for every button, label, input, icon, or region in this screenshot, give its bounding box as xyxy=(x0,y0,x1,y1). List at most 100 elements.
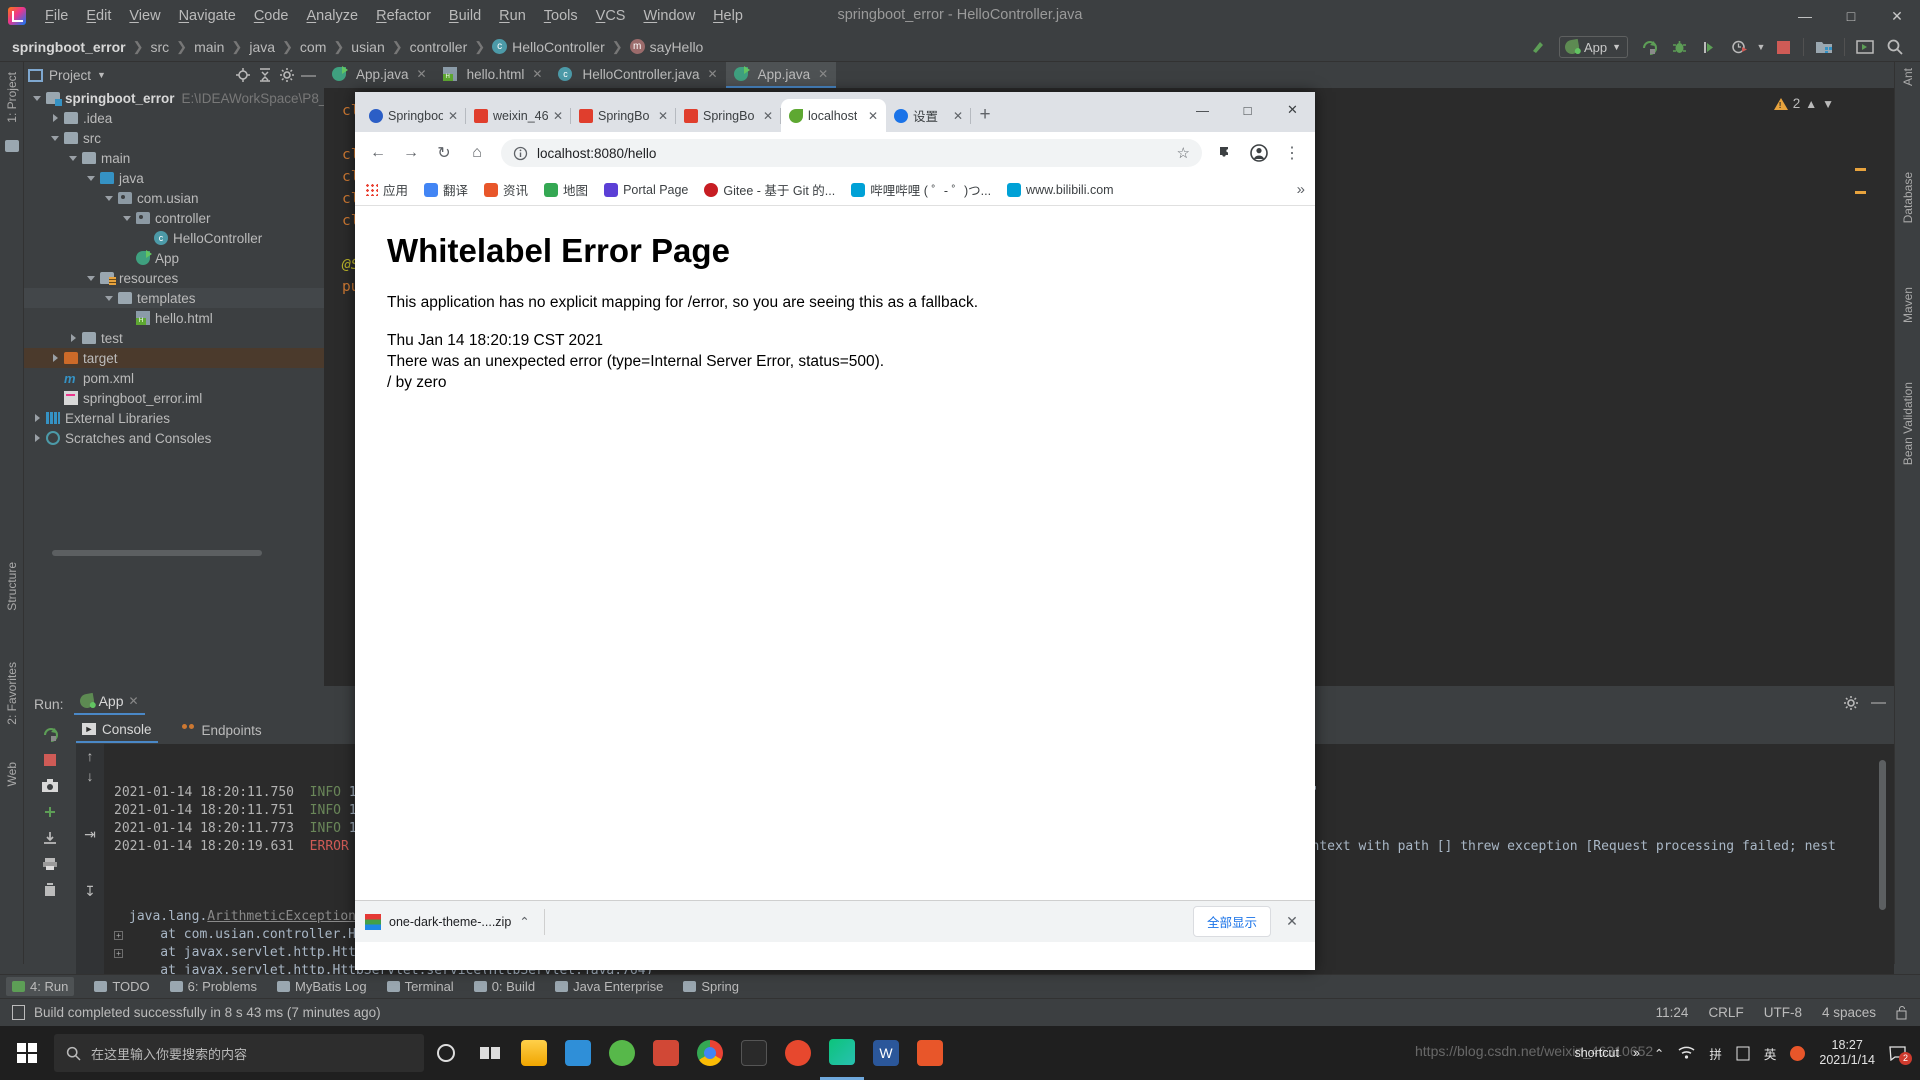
editor-tab-app-java[interactable]: App.java ✕ xyxy=(324,62,435,88)
tool-window-todo[interactable]: TODO xyxy=(94,979,150,994)
project-horizontal-scrollbar[interactable] xyxy=(52,550,262,556)
tool-window-0--build[interactable]: 0: Build xyxy=(473,979,535,994)
tab-console[interactable]: ► Console xyxy=(76,720,158,743)
scroll-end-icon[interactable]: ↧ xyxy=(84,883,96,900)
bookmarks-overflow-button[interactable]: » xyxy=(1297,181,1305,198)
stop-icon[interactable] xyxy=(1768,34,1798,60)
site-info-icon[interactable] xyxy=(513,146,528,161)
ime-icon[interactable]: 拼 xyxy=(1709,1044,1722,1063)
tool-window-terminal[interactable]: Terminal xyxy=(386,979,454,994)
bookmark-1[interactable]: 翻译 xyxy=(424,180,468,199)
close-icon[interactable]: ✕ xyxy=(818,67,828,81)
tool-window-4--run[interactable]: 4: Run xyxy=(6,977,75,996)
browser-maximize-button[interactable]: □ xyxy=(1225,92,1270,128)
notification-center-icon[interactable]: 2 xyxy=(1889,1045,1912,1065)
menu-item-analyze[interactable]: Analyze xyxy=(298,5,368,27)
chevron-right-icon[interactable] xyxy=(32,433,43,444)
browser-menu-button[interactable]: ⋮ xyxy=(1277,138,1307,168)
browser-tab-0[interactable]: Springboo ✕ xyxy=(361,99,466,132)
hide-panel-icon[interactable]: — xyxy=(1871,694,1886,711)
menu-item-run[interactable]: Run xyxy=(490,5,535,27)
breadcrumb-item-main[interactable]: main xyxy=(194,39,224,55)
close-icon[interactable]: ✕ xyxy=(553,109,563,123)
close-icon[interactable]: ✕ xyxy=(868,109,878,123)
bookmark-0[interactable]: 应用 xyxy=(365,180,408,199)
new-tab-button[interactable]: + xyxy=(971,101,999,129)
tree-node-hello-html[interactable]: hello.html xyxy=(24,308,324,328)
browser-close-button[interactable]: ✕ xyxy=(1270,92,1315,128)
thread-dump-icon[interactable] xyxy=(38,800,62,824)
strip-item-ant[interactable]: Ant xyxy=(1901,68,1915,86)
bookmark-star-icon[interactable]: ☆ xyxy=(1177,144,1190,162)
menu-item-window[interactable]: Window xyxy=(634,5,704,27)
editor-tab-hello-html[interactable]: hello.html ✕ xyxy=(435,62,551,88)
tray-caret-icon[interactable]: ⌃ xyxy=(1654,1046,1664,1061)
strip-item-database[interactable]: Database xyxy=(1901,172,1915,223)
strip-item-bean-validation[interactable]: Bean Validation xyxy=(1901,382,1915,465)
editor-tab-hellocontroller-java[interactable]: c HelloController.java ✕ xyxy=(550,62,725,88)
address-bar[interactable]: localhost:8080/hello ☆ xyxy=(501,139,1202,167)
bookmark-4[interactable]: Portal Page xyxy=(604,182,688,197)
cortana-icon[interactable] xyxy=(424,1026,468,1080)
unlocked-icon[interactable] xyxy=(1896,1005,1908,1020)
bookmark-3[interactable]: 地图 xyxy=(544,180,588,199)
collapse-all-icon[interactable] xyxy=(257,67,273,83)
app-red-icon[interactable] xyxy=(644,1026,688,1080)
strip-item-web[interactable]: Web xyxy=(5,762,19,786)
menu-item-edit[interactable]: Edit xyxy=(77,5,120,27)
rerun-icon[interactable] xyxy=(1634,34,1664,60)
maximize-button[interactable]: □ xyxy=(1828,0,1874,32)
menu-item-vcs[interactable]: VCS xyxy=(587,5,635,27)
next-highlight-icon[interactable]: ▼ xyxy=(1822,97,1834,111)
tray-app-icon[interactable] xyxy=(1790,1045,1806,1061)
bookmark-6[interactable]: 哔哩哔哩 ( ゜- ゜)つ... xyxy=(851,180,991,199)
taskbar-clock[interactable]: 18:27 2021/1/14 xyxy=(1819,1038,1875,1068)
profile-icon[interactable] xyxy=(1244,138,1274,168)
bookmark-7[interactable]: www.bilibili.com xyxy=(1007,182,1114,197)
breadcrumb-item-springboot-error[interactable]: springboot_error xyxy=(12,39,126,55)
breadcrumb-item-com[interactable]: com xyxy=(300,39,326,55)
tool-window-java-enterprise[interactable]: Java Enterprise xyxy=(555,979,663,994)
tree-node-main[interactable]: main xyxy=(24,148,324,168)
media-icon[interactable] xyxy=(776,1026,820,1080)
editor-tab-app-java[interactable]: App.java ✕ xyxy=(725,62,837,88)
gear-icon[interactable] xyxy=(279,67,295,83)
taskbar-search-box[interactable]: 在这里输入你要搜索的内容 xyxy=(54,1034,424,1072)
breadcrumb-item-java[interactable]: java xyxy=(249,39,275,55)
line-separator[interactable]: CRLF xyxy=(1708,1005,1743,1020)
tree-node-external-libraries[interactable]: External Libraries xyxy=(24,408,324,428)
tree-node-springboot-error[interactable]: springboot_error E:\IDEAWorkSpace\P8_ xyxy=(24,88,326,108)
close-icon[interactable]: ✕ xyxy=(417,67,427,81)
menu-item-file[interactable]: File xyxy=(36,5,77,27)
locate-file-icon[interactable] xyxy=(235,67,251,83)
browser-tab-3[interactable]: SpringBo ✕ xyxy=(676,99,781,132)
tree-node-scratches-and-consoles[interactable]: Scratches and Consoles xyxy=(24,428,324,448)
editor-marker[interactable] xyxy=(1855,191,1866,194)
strip-item-favorites[interactable]: 2: Favorites xyxy=(5,662,19,725)
open-project-structure-icon[interactable] xyxy=(1809,34,1839,60)
chevron-down-icon[interactable] xyxy=(122,213,133,224)
rerun-icon[interactable] xyxy=(38,722,62,746)
extensions-icon[interactable] xyxy=(1211,138,1241,168)
tree-node-target[interactable]: target xyxy=(24,348,324,368)
browser-tab-2[interactable]: SpringBo ✕ xyxy=(571,99,676,132)
chevron-down-icon[interactable]: ▼ xyxy=(1754,34,1768,60)
run-configuration-selector[interactable]: App ▼ xyxy=(1558,36,1628,58)
word-icon[interactable]: W xyxy=(864,1026,908,1080)
breadcrumb-item-src[interactable]: src xyxy=(150,39,169,55)
chevron-down-icon[interactable] xyxy=(104,193,115,204)
run-anything-icon[interactable] xyxy=(1850,34,1880,60)
caret-position[interactable]: 11:24 xyxy=(1656,1005,1689,1020)
chrome-green-icon[interactable] xyxy=(600,1026,644,1080)
orange-app-icon[interactable] xyxy=(908,1026,952,1080)
print-icon[interactable] xyxy=(38,852,62,876)
chevron-right-icon[interactable] xyxy=(50,113,61,124)
browser-tab-5[interactable]: 设置 ✕ xyxy=(886,99,971,132)
menu-item-code[interactable]: Code xyxy=(245,5,298,27)
close-icon[interactable]: ✕ xyxy=(763,109,773,123)
folder-icon[interactable] xyxy=(556,1026,600,1080)
browser-minimize-button[interactable]: — xyxy=(1180,92,1225,128)
scroll-up-icon[interactable]: ↑ xyxy=(87,748,94,764)
stop-icon[interactable] xyxy=(38,748,62,772)
tree-node-com-usian[interactable]: com.usian xyxy=(24,188,324,208)
